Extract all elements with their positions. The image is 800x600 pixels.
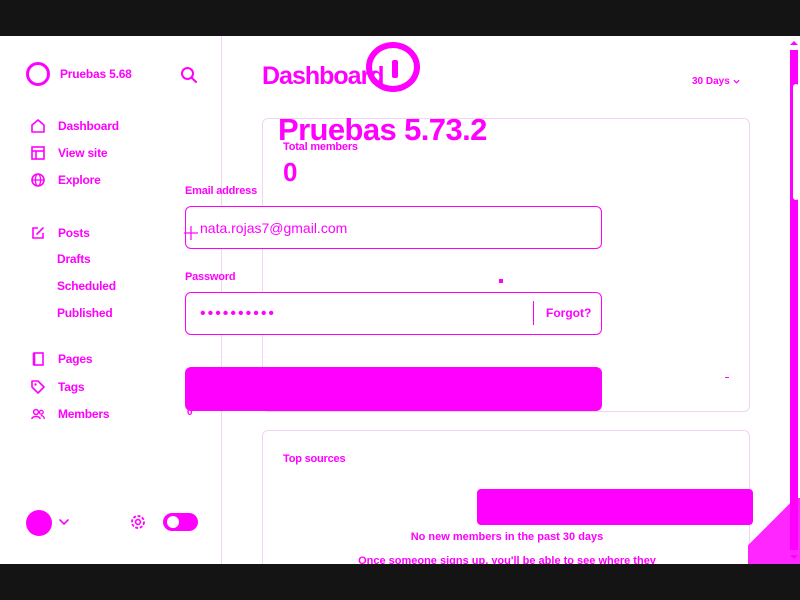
scroll-thumb[interactable] xyxy=(793,84,799,200)
notification-badge-icon xyxy=(366,42,420,92)
search-icon[interactable] xyxy=(180,66,198,84)
members-icon xyxy=(31,408,46,420)
stray-count: 0 xyxy=(187,407,193,418)
pages-icon xyxy=(32,352,44,366)
sidebar-item-pages[interactable]: Pages xyxy=(30,351,93,367)
sidebar-item-label: Tags xyxy=(58,380,85,394)
gear-icon[interactable] xyxy=(128,512,148,532)
sidebar-item-scheduled[interactable]: Scheduled xyxy=(57,279,116,293)
sidebar-item-label: Pages xyxy=(58,352,93,366)
brand[interactable]: Pruebas 5.68 xyxy=(26,62,132,86)
bottom-letterbox xyxy=(0,564,800,600)
sign-in-button[interactable] xyxy=(185,367,602,411)
top-letterbox xyxy=(0,0,800,36)
forgot-password-link[interactable]: Forgot? xyxy=(546,306,591,320)
email-label: Email address xyxy=(185,185,257,197)
plus-icon xyxy=(184,226,198,240)
sidebar-item-view-site[interactable]: View site xyxy=(30,145,108,161)
app-window: Pruebas 5.68 Dashboard View site Explore… xyxy=(0,36,800,564)
sidebar-item-posts[interactable]: Posts xyxy=(30,225,90,241)
sidebar-item-label: Members xyxy=(58,407,110,421)
source-bar xyxy=(477,489,753,525)
scroll-up-icon[interactable] xyxy=(789,38,799,48)
avatar[interactable] xyxy=(26,510,52,536)
sidebar-item-label: View site xyxy=(58,146,108,160)
password-label: Password xyxy=(185,271,236,283)
card-label: Top sources xyxy=(283,453,346,465)
chart-tick xyxy=(725,377,729,378)
chevron-down-icon xyxy=(733,79,740,84)
sidebar-item-drafts[interactable]: Drafts xyxy=(57,252,91,266)
sidebar-item-label: Drafts xyxy=(57,252,91,266)
brand-name: Pruebas 5.68 xyxy=(60,67,132,81)
render-artifact xyxy=(748,498,800,564)
sidebar-item-label: Explore xyxy=(58,173,101,187)
layout-icon xyxy=(31,146,45,160)
scrollbar[interactable] xyxy=(788,36,800,564)
scroll-track[interactable] xyxy=(790,50,799,550)
members-count: 0 xyxy=(283,157,298,187)
forgot-divider xyxy=(533,301,534,325)
chart-point xyxy=(499,279,503,283)
sidebar-item-explore[interactable]: Explore xyxy=(30,172,101,188)
date-range-select[interactable]: 30 Days xyxy=(692,76,740,87)
sidebar-item-label: Published xyxy=(57,306,113,320)
sidebar-item-label: Dashboard xyxy=(58,119,119,133)
password-field[interactable] xyxy=(185,292,602,335)
theme-toggle[interactable] xyxy=(163,513,198,531)
tag-icon xyxy=(31,380,45,394)
date-range-value: 30 Days xyxy=(692,76,730,87)
chevron-down-icon[interactable] xyxy=(58,516,70,528)
edit-icon xyxy=(32,227,44,239)
login-title: Pruebas 5.73.2 xyxy=(278,112,487,147)
toggle-knob xyxy=(167,516,179,528)
sidebar-item-published[interactable]: Published xyxy=(57,306,113,320)
home-icon xyxy=(31,119,45,133)
top-sources-card: Top sources No new members in the past 3… xyxy=(262,430,753,564)
sidebar-item-members[interactable]: Members xyxy=(30,406,109,422)
empty-state-description: Once someone signs up, you'll be able to… xyxy=(358,555,656,564)
sidebar-item-tags[interactable]: Tags xyxy=(30,379,85,395)
sidebar-item-dashboard[interactable]: Dashboard xyxy=(30,118,119,134)
site-logo-icon xyxy=(26,62,50,86)
sidebar-item-label: Scheduled xyxy=(57,279,116,293)
globe-icon xyxy=(31,173,45,187)
empty-state-title: No new members in the past 30 days xyxy=(410,531,604,543)
sidebar-item-label: Posts xyxy=(58,226,90,240)
email-field[interactable] xyxy=(185,206,602,249)
